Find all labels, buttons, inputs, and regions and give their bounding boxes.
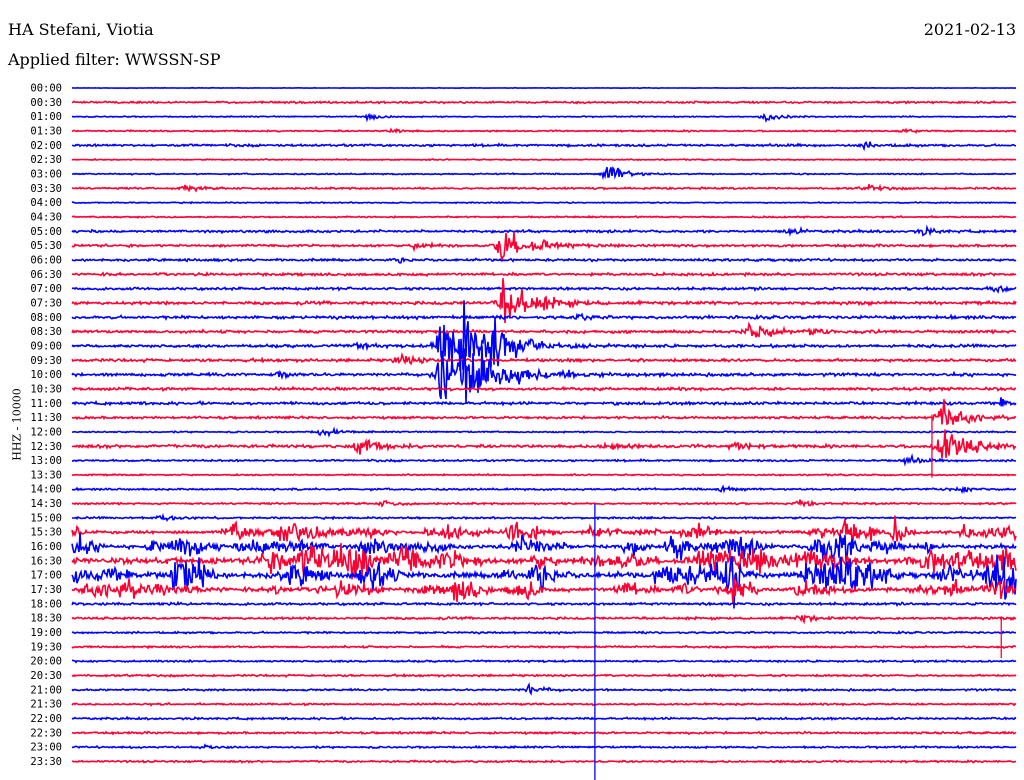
row-time-label: 13:00 (30, 455, 62, 467)
row-time-label: 03:00 (30, 168, 62, 180)
row-time-label: 21:30 (30, 699, 62, 711)
trace-1800 (71, 600, 1017, 608)
trace-2330 (71, 758, 1016, 764)
trace-0500 (71, 224, 1017, 237)
trace-0530 (71, 231, 1017, 263)
row-time-label: 05:00 (30, 226, 62, 238)
trace-0700 (71, 284, 1017, 294)
row-time-label: 09:00 (30, 340, 62, 352)
row-time-label: 00:00 (30, 83, 62, 95)
trace-0600 (71, 257, 1017, 264)
trace-0230 (71, 157, 1017, 162)
trace-0130 (71, 127, 1017, 135)
trace-1530 (71, 515, 1017, 544)
trace-0400 (71, 200, 1017, 205)
row-time-label: 06:30 (30, 269, 62, 281)
trace-0100 (71, 112, 1017, 123)
trace-1230 (71, 429, 1017, 459)
row-time-label: 21:00 (30, 684, 62, 696)
row-time-label: 08:00 (30, 312, 62, 324)
trace-2000 (71, 659, 1017, 664)
row-time-label: 22:00 (30, 713, 62, 725)
trace-1330 (71, 472, 1017, 478)
trace-2100 (71, 682, 1017, 696)
trace-0430 (72, 214, 1017, 220)
row-time-label: 00:30 (30, 97, 62, 109)
trace-1500 (72, 512, 1017, 522)
row-time-label: 19:00 (30, 627, 62, 639)
row-time-label: 10:00 (30, 369, 62, 381)
row-time-label: 06:00 (30, 254, 62, 266)
trace-2130 (71, 701, 1017, 707)
row-time-label: 07:30 (30, 297, 62, 309)
trace-0730 (71, 278, 1017, 324)
trace-2230 (71, 730, 1017, 736)
row-time-label: 10:30 (30, 383, 62, 395)
row-time-label: 16:00 (30, 541, 62, 553)
trace-0300 (71, 165, 1017, 181)
trace-0200 (71, 140, 1017, 152)
trace-1000 (71, 345, 1017, 404)
trace-0330 (71, 183, 1017, 193)
trace-1300 (71, 453, 1017, 467)
row-time-label: 09:30 (30, 355, 62, 367)
row-time-label: 15:00 (30, 512, 62, 524)
trace-1100 (71, 397, 1017, 408)
row-time-label: 11:30 (30, 412, 62, 424)
row-time-label: 19:30 (30, 641, 62, 653)
trace-1930 (71, 644, 1017, 650)
trace-1400 (71, 484, 1017, 495)
row-time-label: 04:30 (30, 211, 62, 223)
row-time-label: 18:30 (30, 613, 62, 625)
row-time-label: 23:00 (30, 742, 62, 754)
row-time-label: 15:30 (30, 527, 62, 539)
trace-0830 (71, 321, 1017, 338)
trace-2030 (71, 672, 1017, 678)
trace-0630 (71, 270, 1017, 278)
row-time-label: 07:00 (30, 283, 62, 295)
trace-0800 (71, 312, 1017, 322)
row-time-label: 23:30 (30, 756, 62, 768)
row-time-label: 13:30 (30, 469, 62, 481)
row-time-label: 16:30 (30, 555, 62, 567)
row-time-label: 08:30 (30, 326, 62, 338)
row-time-label: 14:30 (30, 498, 62, 510)
row-time-label: 03:30 (30, 183, 62, 195)
row-time-label: 02:00 (30, 140, 62, 152)
row-time-label: 14:00 (30, 484, 62, 496)
helicorder-plot: 00:00 00:30 01:00 01:30 02:00 02:30 03:00 03:30… (30, 83, 1017, 780)
row-time-label: 01:00 (30, 111, 62, 123)
trace-1830 (71, 614, 1017, 625)
row-time-label: 04:00 (30, 197, 62, 209)
trace-1430 (72, 499, 1017, 508)
row-time-label: 05:30 (30, 240, 62, 252)
trace-0000 (72, 86, 1016, 90)
row-time-label: 01:30 (30, 125, 62, 137)
trace-2200 (71, 715, 1017, 722)
row-time-label: 18:00 (30, 598, 62, 610)
trace-0930 (71, 351, 1017, 366)
row-time-label: 20:00 (30, 656, 62, 668)
trace-2300 (71, 743, 1017, 750)
row-time-label: 20:30 (30, 670, 62, 682)
trace-0030 (71, 100, 1017, 105)
row-time-label: 22:30 (30, 727, 62, 739)
row-time-label: 11:00 (30, 398, 62, 410)
row-time-label: 17:00 (30, 570, 62, 582)
trace-1900 (71, 630, 1017, 636)
row-time-label: 12:00 (30, 426, 62, 438)
row-time-label: 02:30 (30, 154, 62, 166)
trace-1200 (71, 426, 1017, 438)
row-time-label: 12:30 (30, 441, 62, 453)
trace-1030 (71, 385, 1017, 393)
row-time-label: 17:30 (30, 584, 62, 596)
